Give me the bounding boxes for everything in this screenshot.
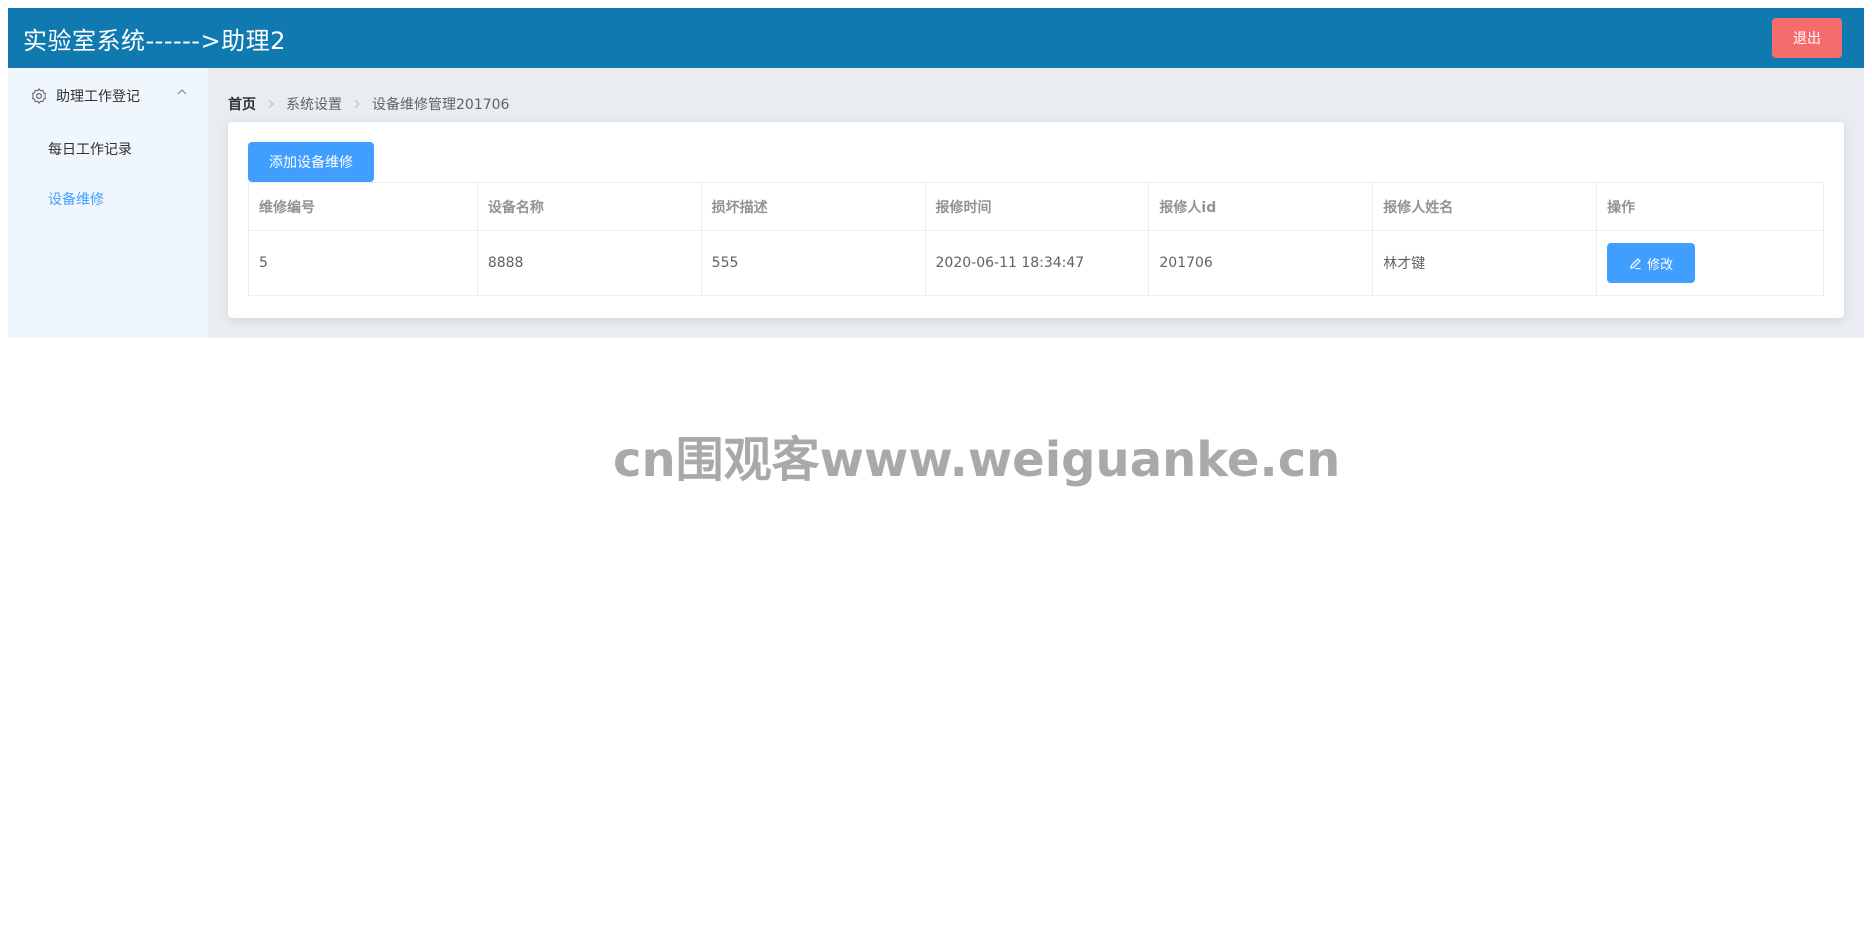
pencil-icon xyxy=(1630,257,1641,269)
sidebar-item-equipment-repair[interactable]: 设备维修 xyxy=(8,174,208,224)
cell-repair-id: 5 xyxy=(248,230,478,296)
edit-button[interactable]: 修改 xyxy=(1607,243,1696,283)
cell-reporter-name: 林才键 xyxy=(1372,230,1598,296)
app-root: 实验室系统------>助理2 退出 助理工作登记 每日工作记录 设备维修 首页… xyxy=(8,8,1864,338)
breadcrumb-current: 设备维修管理201706 xyxy=(372,97,510,113)
breadcrumb-home[interactable]: 首页 xyxy=(228,94,256,114)
column-header-reporter-id: 报修人id xyxy=(1148,182,1374,231)
system-title: 实验室系统------>助理2 xyxy=(23,26,286,55)
cell-actions: 修改 xyxy=(1596,230,1824,296)
column-header-reporter-name: 报修人姓名 xyxy=(1372,182,1598,231)
edit-button-label: 修改 xyxy=(1647,257,1674,273)
cell-device-name: 8888 xyxy=(476,230,702,296)
breadcrumb-system-settings: 系统设置 xyxy=(286,97,342,113)
sidebar-item-daily-work-record[interactable]: 每日工作记录 xyxy=(8,124,208,174)
content-card: 添加设备维修 维修编号 设备名称 损坏描述 报修时间 报修人id 报修人姓名 操… xyxy=(228,122,1844,318)
add-equipment-repair-button[interactable]: 添加设备维修 xyxy=(248,142,374,182)
column-header-report-time: 报修时间 xyxy=(924,182,1150,231)
sidebar: 助理工作登记 每日工作记录 设备维修 xyxy=(8,68,208,338)
chevron-up-icon xyxy=(177,89,187,95)
gear-icon xyxy=(31,88,47,104)
column-header-repair-id: 维修编号 xyxy=(248,182,478,231)
column-header-actions: 操作 xyxy=(1596,182,1824,231)
table-header-row: 维修编号 设备名称 损坏描述 报修时间 报修人id 报修人姓名 操作 xyxy=(248,182,1824,231)
chevron-right-icon xyxy=(268,100,274,108)
breadcrumb: 首页 系统设置 设备维修管理201706 xyxy=(228,94,509,114)
repair-table: 维修编号 设备名称 损坏描述 报修时间 报修人id 报修人姓名 操作 5 888… xyxy=(248,182,1824,296)
cell-report-time: 2020-06-11 18:34:47 xyxy=(924,230,1150,296)
sidebar-group-label: 助理工作登记 xyxy=(56,89,140,105)
logout-button[interactable]: 退出 xyxy=(1772,18,1842,58)
sidebar-group-assistant-work[interactable]: 助理工作登记 xyxy=(8,68,208,124)
table-row: 5 8888 555 2020-06-11 18:34:47 201706 林才… xyxy=(248,230,1824,296)
watermark-text: cn围观客www.weiguanke.cn xyxy=(613,432,1341,488)
top-header: 实验室系统------>助理2 退出 xyxy=(8,8,1864,68)
column-header-damage-description: 损坏描述 xyxy=(700,182,926,231)
cell-reporter-id: 201706 xyxy=(1148,230,1374,296)
main-content: 首页 系统设置 设备维修管理201706 添加设备维修 维修编号 设备名称 损坏… xyxy=(208,68,1864,338)
column-header-device-name: 设备名称 xyxy=(476,182,702,231)
chevron-right-icon xyxy=(354,100,360,108)
cell-damage-description: 555 xyxy=(700,230,926,296)
